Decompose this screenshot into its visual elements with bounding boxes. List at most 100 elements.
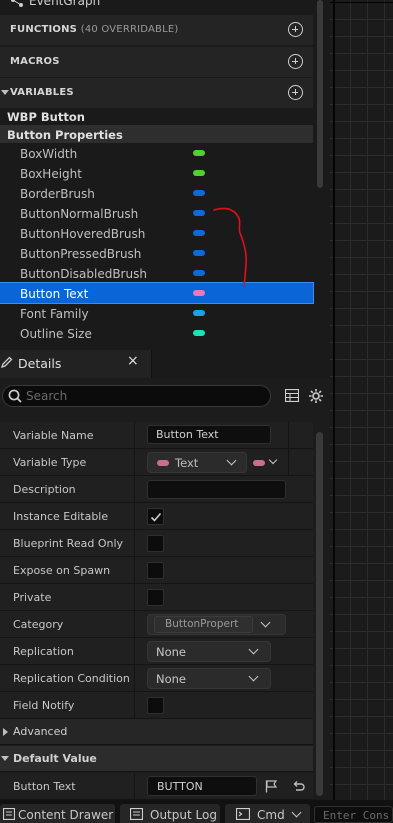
variables-section-header[interactable]: VARIABLES (0, 78, 313, 108)
default-value-category-header[interactable]: Default Value (0, 746, 313, 772)
variable-item-label: Outline Size (20, 327, 92, 341)
variable-name-input[interactable]: Button Text (147, 425, 271, 444)
variable-item[interactable]: ButtonDisabledBrush (0, 263, 313, 283)
default-button-text-value: BUTTON (157, 780, 203, 793)
search-placeholder: Search (26, 389, 68, 403)
chevron-down-icon (248, 671, 259, 682)
text-type-pill-icon (157, 460, 169, 466)
advanced-category-header[interactable]: Advanced (0, 719, 313, 745)
field-notify-label: Field Notify (13, 699, 75, 712)
advanced-label: Advanced (13, 725, 68, 738)
variable-name-value: Button Text (156, 428, 219, 441)
variable-item[interactable]: BoxWidth (0, 143, 313, 163)
output-log-label: Output Log (150, 808, 217, 822)
category-input[interactable]: ButtonPropert (154, 616, 253, 633)
variable-type-pin-icon (193, 250, 205, 256)
variable-item-label: BorderBrush (20, 187, 95, 201)
output-log-button[interactable]: Output Log (120, 804, 220, 823)
content-drawer-button[interactable]: Content Drawer (0, 804, 115, 823)
row-variable-type: Variable Type Text (0, 449, 313, 476)
close-tab-icon[interactable]: × (127, 353, 139, 369)
variable-type-pin-icon (193, 190, 205, 196)
category-combo[interactable]: ButtonPropert (147, 614, 286, 635)
terminal-icon (236, 808, 250, 820)
variable-item[interactable]: ButtonPressedBrush (0, 243, 313, 263)
variable-type-pin-icon (193, 210, 205, 216)
search-icon (8, 389, 22, 403)
tree-root-wbp-button[interactable]: WBP Button (0, 107, 313, 125)
add-function-icon[interactable] (288, 22, 303, 37)
variable-item[interactable]: Outline Size (0, 323, 313, 343)
variable-type-pin-icon (193, 330, 205, 336)
variable-item[interactable]: BorderBrush (0, 183, 313, 203)
replication-condition-label: Replication Condition (13, 672, 130, 685)
graph-editor-canvas[interactable] (330, 0, 393, 823)
variable-type-pin-icon (193, 150, 205, 156)
table-view-icon[interactable] (285, 389, 299, 402)
private-checkbox[interactable] (147, 589, 164, 606)
variable-item-label: ButtonPressedBrush (20, 247, 142, 261)
description-input[interactable] (147, 480, 286, 499)
default-button-text-label: Button Text (13, 780, 76, 793)
details-tab[interactable]: Details × (0, 350, 152, 378)
macros-label: MACROS (10, 56, 60, 67)
category-label: Category (13, 618, 64, 631)
functions-overridable-count: (40 OVERRIDABLE) (80, 24, 179, 35)
localization-flag-icon[interactable] (265, 780, 278, 793)
variable-item[interactable]: Font Family (0, 303, 313, 323)
replication-label: Replication (13, 645, 74, 658)
variable-type-value: Text (175, 456, 199, 470)
tree-category-button-properties[interactable]: Button Properties (0, 125, 313, 143)
variable-item[interactable]: ButtonHoveredBrush (0, 223, 313, 243)
my-blueprint-scrollbar[interactable] (317, 0, 323, 188)
replication-condition-dropdown[interactable]: None (147, 668, 271, 689)
macros-section-header[interactable]: MACROS (0, 47, 313, 77)
row-private: Private (0, 584, 313, 611)
settings-gear-icon[interactable] (308, 388, 324, 404)
variable-item[interactable]: Button Text (0, 282, 314, 304)
chevron-down-icon (260, 617, 271, 628)
content-drawer-icon (3, 808, 15, 820)
variable-item[interactable]: ButtonNormalBrush (0, 203, 313, 223)
row-description: Description (0, 476, 313, 503)
console-command-input[interactable]: Enter Cons (314, 806, 393, 823)
container-type-dropdown[interactable] (250, 452, 284, 473)
add-variable-icon[interactable] (288, 85, 303, 100)
cmd-dropdown[interactable]: Cmd (225, 804, 310, 823)
variable-item[interactable]: BoxHeight (0, 163, 313, 183)
expose-on-spawn-label: Expose on Spawn (13, 564, 111, 577)
variable-type-label: Variable Type (13, 456, 87, 469)
graph-node-icon (11, 0, 23, 7)
eventgraph-row[interactable]: EventGraph (0, 0, 313, 12)
functions-section-header[interactable]: FUNCTIONS (40 OVERRIDABLE) (0, 15, 313, 45)
replication-dropdown[interactable]: None (147, 641, 271, 662)
reset-to-default-icon[interactable] (292, 780, 305, 792)
checkmark-icon (150, 512, 162, 522)
pencil-icon (1, 356, 13, 368)
replication-condition-value: None (156, 672, 187, 686)
collapse-arrow-icon (1, 756, 9, 761)
row-variable-name: Variable Name Button Text (0, 422, 313, 449)
blueprint-read-only-checkbox[interactable] (147, 535, 164, 552)
add-macro-icon[interactable] (288, 54, 303, 69)
cmd-label: Cmd (257, 808, 285, 822)
field-notify-checkbox[interactable] (147, 697, 164, 714)
collapse-arrow-icon (1, 90, 9, 95)
variables-label: VARIABLES (10, 87, 74, 98)
variable-item-label: ButtonDisabledBrush (20, 267, 147, 281)
details-scrollbar[interactable] (316, 432, 323, 796)
row-replication-condition: Replication Condition None (0, 665, 313, 692)
variable-type-pin-icon (193, 290, 205, 296)
variable-type-dropdown[interactable]: Text (147, 452, 247, 473)
description-label: Description (13, 483, 76, 496)
variable-item-label: BoxHeight (20, 167, 82, 181)
default-button-text-input[interactable]: BUTTON (147, 776, 257, 796)
chevron-down-icon (248, 644, 259, 655)
instance-editable-checkbox[interactable] (147, 508, 164, 525)
private-label: Private (13, 591, 52, 604)
eventgraph-label: EventGraph (29, 0, 101, 8)
expose-on-spawn-checkbox[interactable] (147, 562, 164, 579)
details-search-input[interactable]: Search (2, 385, 271, 407)
default-value-label: Default Value (13, 752, 97, 765)
chevron-down-icon (226, 455, 237, 466)
